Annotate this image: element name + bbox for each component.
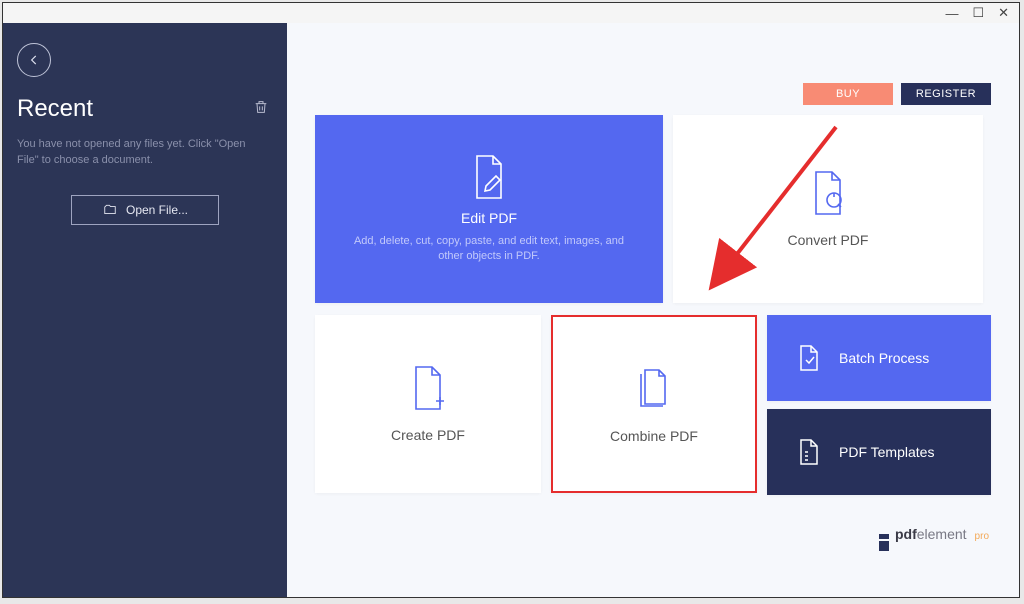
tile-combine-pdf[interactable]: Combine PDF: [551, 315, 757, 493]
side-tiles: Batch Process PDF Templates: [767, 315, 991, 495]
tile-create-title: Create PDF: [391, 427, 465, 443]
register-button[interactable]: REGISTER: [901, 83, 991, 105]
tile-batch-title: Batch Process: [839, 350, 929, 366]
convert-pdf-icon: [808, 170, 848, 216]
content-area: BUY REGISTER Edit PDF Add, delete, cut, …: [287, 23, 1019, 597]
main-area: Recent You have not opened any files yet…: [3, 23, 1019, 597]
brand-light: element: [917, 526, 967, 542]
combine-pdf-icon: [631, 364, 677, 412]
pdf-templates-icon: [797, 438, 821, 466]
top-actions: BUY REGISTER: [803, 83, 991, 105]
brand-logo-icon: [879, 534, 889, 539]
tile-convert-title: Convert PDF: [788, 232, 869, 248]
folder-icon: [102, 203, 118, 217]
minimize-button[interactable]: —: [941, 6, 962, 21]
back-button[interactable]: [17, 43, 51, 77]
tiles-grid: Edit PDF Add, delete, cut, copy, paste, …: [315, 115, 991, 495]
tile-edit-subtitle: Add, delete, cut, copy, paste, and edit …: [315, 226, 663, 265]
tile-convert-pdf[interactable]: Convert PDF: [673, 115, 983, 303]
tile-create-pdf[interactable]: Create PDF: [315, 315, 541, 493]
brand-strong: pdf: [895, 526, 917, 542]
brand-pro: pro: [975, 531, 989, 542]
tiles-row-1: Edit PDF Add, delete, cut, copy, paste, …: [315, 115, 991, 303]
titlebar: — ☐ ✕: [3, 3, 1019, 23]
tile-combine-title: Combine PDF: [610, 428, 698, 444]
buy-button[interactable]: BUY: [803, 83, 893, 105]
app-window: — ☐ ✕ Recent You have not opened any fil…: [2, 2, 1020, 598]
tile-templates-title: PDF Templates: [839, 444, 934, 460]
brand-logo-icon: [879, 541, 889, 551]
recent-title: Recent: [17, 95, 93, 123]
tile-edit-title: Edit PDF: [461, 210, 517, 226]
brand-footer: pdfelement pro: [879, 526, 989, 551]
batch-process-icon: [797, 344, 821, 372]
edit-pdf-icon: [469, 154, 509, 200]
open-file-button[interactable]: Open File...: [71, 195, 219, 225]
maximize-button[interactable]: ☐: [968, 5, 988, 21]
recent-hint: You have not opened any files yet. Click…: [3, 131, 287, 169]
tile-batch-process[interactable]: Batch Process: [767, 315, 991, 401]
tiles-row-2: Create PDF Combine PDF: [315, 315, 991, 495]
tile-edit-pdf[interactable]: Edit PDF Add, delete, cut, copy, paste, …: [315, 115, 663, 303]
recent-header: Recent: [3, 95, 287, 131]
create-pdf-icon: [408, 365, 448, 411]
sidebar: Recent You have not opened any files yet…: [3, 23, 287, 597]
trash-icon[interactable]: [253, 98, 269, 121]
tile-pdf-templates[interactable]: PDF Templates: [767, 409, 991, 495]
close-button[interactable]: ✕: [994, 5, 1013, 21]
open-file-label: Open File...: [126, 203, 188, 217]
